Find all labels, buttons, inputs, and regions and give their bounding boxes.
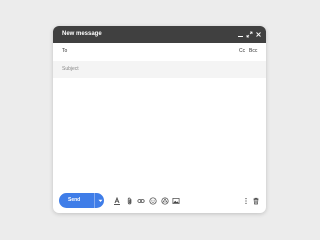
link-icon[interactable] [137,197,145,205]
subject-field[interactable]: Subject [53,61,266,78]
schedule-send-dropdown-icon[interactable] [96,196,104,205]
emoji-icon[interactable] [149,197,157,205]
send-button[interactable]: Send [59,193,104,208]
cc-link[interactable]: Cc [239,48,245,55]
image-icon[interactable] [172,197,180,205]
send-label: Send [68,197,81,203]
compose-title: New message [62,31,102,37]
close-icon[interactable] [254,29,263,40]
text-format-icon[interactable] [113,197,121,205]
attach-icon[interactable] [126,197,134,205]
subject-placeholder: Subject [62,66,79,72]
compose-titlebar[interactable]: New message [53,26,266,43]
to-label: To [62,48,68,54]
drive-icon[interactable] [161,197,169,205]
compose-toolbar: Send [53,190,266,213]
minimize-icon[interactable] [236,29,245,40]
expand-icon[interactable] [245,29,254,40]
more-options-icon[interactable] [242,197,250,205]
message-body[interactable] [53,78,266,190]
compose-window: New message To Cc Bcc Subject Send [53,26,266,213]
trash-icon[interactable] [252,197,260,205]
to-field[interactable]: To Cc Bcc [53,43,266,61]
send-divider [94,193,95,208]
bcc-link[interactable]: Bcc [249,48,257,55]
